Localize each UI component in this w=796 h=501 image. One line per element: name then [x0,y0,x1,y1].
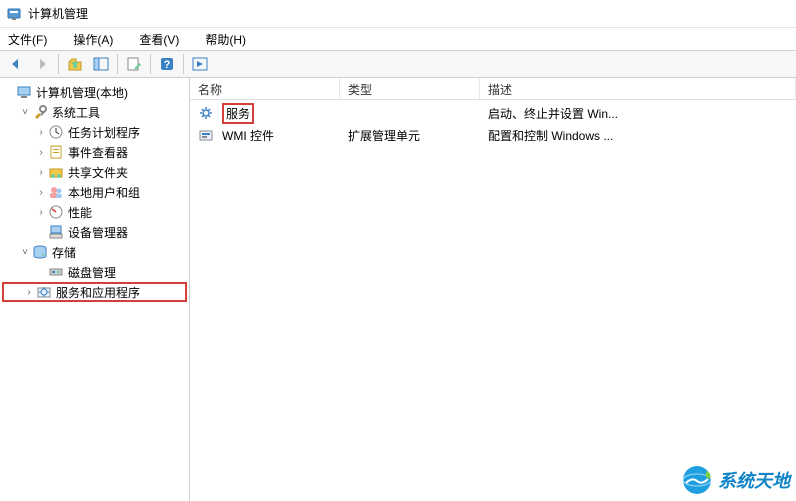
computer-icon [16,84,32,100]
column-desc[interactable]: 描述 [480,78,796,99]
disk-icon [48,264,64,280]
tree-system-tools[interactable]: ˅ 系统工具 [2,102,187,122]
tree-toggle-collapse[interactable]: ˅ [18,247,32,258]
watermark-text: 系统天地 [718,467,790,493]
svg-text:?: ? [164,59,171,71]
tree-label: 性能 [68,204,92,221]
tree-toggle-collapse[interactable]: ˅ [18,107,32,118]
services-apps-icon [36,284,52,300]
tree-label: 任务计划程序 [68,124,140,141]
tree-toggle-expand[interactable]: › [22,287,36,298]
watermark: 系统天地 [680,463,790,497]
tree-label: 事件查看器 [68,144,128,161]
tree-toggle-expand[interactable]: › [34,127,48,138]
menu-file[interactable]: 文件(F) [4,29,51,50]
device-icon [48,224,64,240]
tree-root[interactable]: ▾ 计算机管理(本地) [2,82,187,102]
tree-local-users[interactable]: › 本地用户和组 [2,182,187,202]
storage-icon [32,244,48,260]
list-row-wmi[interactable]: WMI 控件 扩展管理单元 配置和控制 Windows ... [190,124,796,146]
list-header: 名称 类型 描述 [190,78,796,100]
action-button[interactable] [188,52,212,76]
help-button[interactable]: ? [155,52,179,76]
tree-label: 本地用户和组 [68,184,140,201]
tree-label: 计算机管理(本地) [36,84,128,101]
menu-help[interactable]: 帮助(H) [201,29,250,50]
list-item-name: WMI 控件 [222,127,274,144]
tree-disk-management[interactable]: › 磁盘管理 [2,262,187,282]
menu-action[interactable]: 操作(A) [69,29,117,50]
gear-icon [198,105,214,121]
column-name[interactable]: 名称 [190,78,340,99]
tools-icon [32,104,48,120]
back-button[interactable] [4,52,28,76]
show-hide-tree-button[interactable] [89,52,113,76]
performance-icon [48,204,64,220]
tree-event-viewer[interactable]: › 事件查看器 [2,142,187,162]
list-panel: 名称 类型 描述 服务 启动、终止并设置 Win... WMI 控件 扩展管理单… [190,78,796,501]
menu-bar: 文件(F) 操作(A) 查看(V) 帮助(H) [0,28,796,50]
tree-toggle-expand[interactable]: › [34,147,48,158]
properties-button[interactable] [122,52,146,76]
tree-toggle-expand[interactable]: › [34,187,48,198]
tree-label: 存储 [52,244,76,261]
content-area: ▾ 计算机管理(本地) ˅ 系统工具 › 任务计划程序 › 事件查看器 › 共 [0,78,796,501]
tree-label: 系统工具 [52,104,100,121]
list-item-name: 服务 [222,103,254,124]
list-item-desc: 启动、终止并设置 Win... [480,105,796,122]
tree-panel: ▾ 计算机管理(本地) ˅ 系统工具 › 任务计划程序 › 事件查看器 › 共 [0,78,190,501]
tree-label: 服务和应用程序 [56,284,140,301]
clock-icon [48,124,64,140]
toolbar-separator [183,54,184,74]
event-icon [48,144,64,160]
tree-label: 共享文件夹 [68,164,128,181]
users-icon [48,184,64,200]
menu-view[interactable]: 查看(V) [135,29,183,50]
list-item-desc: 配置和控制 Windows ... [480,127,796,144]
title-bar: 计算机管理 [0,0,796,28]
list-item-type: 扩展管理单元 [340,127,480,144]
column-type[interactable]: 类型 [340,78,480,99]
toolbar: ? [0,50,796,78]
tree-label: 设备管理器 [68,224,128,241]
tree-storage[interactable]: ˅ 存储 [2,242,187,262]
forward-button[interactable] [30,52,54,76]
tree-shared-folders[interactable]: › 共享文件夹 [2,162,187,182]
list-row-services[interactable]: 服务 启动、终止并设置 Win... [190,102,796,124]
tree-performance[interactable]: › 性能 [2,202,187,222]
tree-task-scheduler[interactable]: › 任务计划程序 [2,122,187,142]
shared-folder-icon [48,164,64,180]
list-body: 服务 启动、终止并设置 Win... WMI 控件 扩展管理单元 配置和控制 W… [190,100,796,148]
toolbar-separator [117,54,118,74]
tree-toggle-expand[interactable]: › [34,167,48,178]
tree-toggle-expand[interactable]: › [34,207,48,218]
wmi-icon [198,127,214,143]
tree-device-manager[interactable]: › 设备管理器 [2,222,187,242]
toolbar-separator [58,54,59,74]
tree-label: 磁盘管理 [68,264,116,281]
app-icon [6,6,22,22]
window-title: 计算机管理 [28,5,88,22]
toolbar-separator [150,54,151,74]
up-button[interactable] [63,52,87,76]
globe-icon [680,463,714,497]
tree-services-apps[interactable]: › 服务和应用程序 [2,282,187,302]
